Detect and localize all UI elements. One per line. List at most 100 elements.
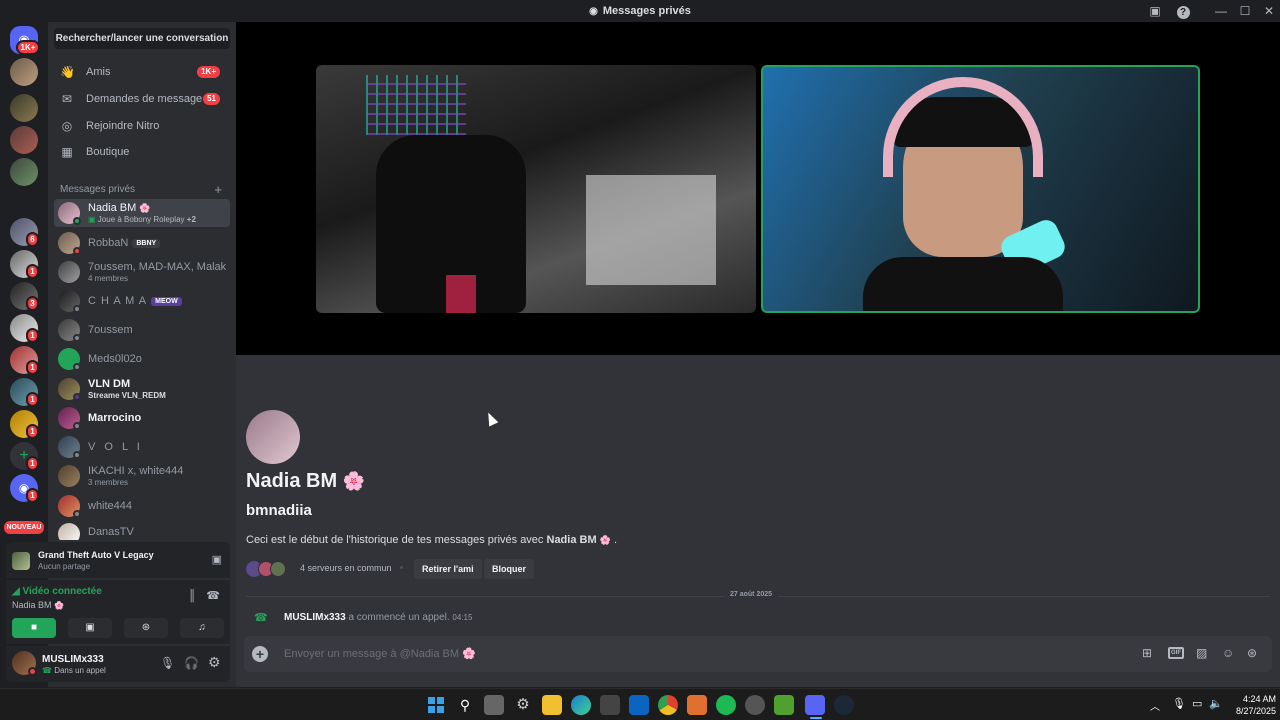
emoji-icon[interactable]: ☺ (1222, 646, 1234, 660)
edge-icon[interactable] (571, 695, 591, 715)
dm-item[interactable]: 7oussem (54, 316, 230, 344)
task-view-icon[interactable] (484, 695, 504, 715)
noise-suppression-icon[interactable]: ║ (188, 590, 196, 602)
dm-header-label: Messages privés (60, 184, 136, 195)
block-button[interactable]: Bloquer (484, 559, 535, 579)
dm-item[interactable]: Marrocino (54, 404, 230, 432)
nav-shop[interactable]: ▦ Boutique (54, 140, 230, 164)
mail-icon: ✉ (61, 92, 73, 106)
tray-chevron-icon[interactable]: ︿ (1150, 698, 1160, 713)
sakura-emoji: 🌸 (599, 535, 611, 545)
dm-sub: Streame VLN_REDM (88, 391, 166, 400)
group-avatar (58, 465, 80, 487)
stream-game-icon[interactable]: ▣ (212, 553, 222, 566)
dm-sub: Joue à Bobony Roleplay (97, 215, 185, 224)
app-icon[interactable] (745, 695, 765, 715)
tray-network-icon[interactable]: ▭ (1192, 697, 1202, 710)
nav-label: Boutique (86, 146, 130, 158)
activities-button[interactable]: ⊛ (124, 618, 168, 638)
discord-icon[interactable] (805, 695, 825, 715)
settings-icon[interactable]: ⚙ (208, 654, 221, 671)
dm-item[interactable]: V O L I (54, 433, 230, 461)
activity-game: Grand Theft Auto V Legacy (38, 550, 154, 560)
minimize-button[interactable]: — (1210, 2, 1232, 20)
outlook-icon[interactable] (629, 695, 649, 715)
dm-item[interactable]: C H A M A MEOW (54, 287, 230, 315)
video-feed-room[interactable] (316, 65, 756, 313)
settings-icon[interactable]: ⚙ (513, 695, 533, 715)
headphones-icon[interactable]: 🎧 (184, 656, 199, 670)
search-conversation-button[interactable]: Rechercher/lancer une conversation (54, 28, 230, 49)
mutual-servers[interactable]: 4 serveurs en commun (300, 563, 392, 573)
status-dot (73, 363, 81, 371)
chair-accent (446, 275, 476, 313)
status-dot (73, 334, 81, 342)
store-icon[interactable] (600, 695, 620, 715)
dm-item[interactable]: VLN DM Streame VLN_REDM (54, 375, 230, 403)
camera-button[interactable]: ■ (12, 618, 56, 638)
profile-avatar[interactable] (246, 410, 300, 464)
disconnect-icon[interactable]: ☎ (206, 589, 220, 602)
steam-icon[interactable] (834, 695, 854, 715)
nav-friends[interactable]: 👋 Amis 1K+ (54, 60, 230, 84)
mutual-server-icons[interactable] (246, 560, 290, 578)
help-icon[interactable]: ? (1172, 2, 1194, 20)
screen-share-button[interactable]: ▣ (68, 618, 112, 638)
file-explorer-icon[interactable] (542, 695, 562, 715)
requests-badge: 51 (203, 93, 220, 105)
tray-mic-icon[interactable]: 🎙 (1172, 697, 1186, 710)
dm-item[interactable]: Meds0l02o (54, 345, 230, 373)
server-icon[interactable] (10, 94, 38, 122)
system-user[interactable]: MUSLIMx333 (284, 612, 346, 623)
voice-channel: Nadia BM (12, 600, 52, 610)
gif-icon[interactable]: GIF (1168, 647, 1184, 659)
message-input[interactable]: Envoyer un message à @Nadia BM 🌸 (284, 647, 476, 660)
dm-item-nadia[interactable]: Nadia BM 🌸 ▣ Joue à Bobony Roleplay +2 (54, 199, 230, 227)
status-dot (73, 510, 81, 518)
server-badge: 1 (26, 392, 39, 407)
profile-display-name: Nadia BM (246, 470, 338, 492)
dm-item[interactable]: white444 (54, 492, 230, 520)
mic-icon[interactable]: 🎙 (160, 656, 175, 670)
start-icon[interactable] (426, 695, 446, 715)
remove-friend-button[interactable]: Retirer l'ami (414, 559, 482, 579)
chrome-icon[interactable] (658, 695, 678, 715)
sakura-emoji: 🌸 (342, 471, 366, 491)
add-attachment-icon[interactable]: + (252, 646, 268, 662)
dm-section-header: Messages privés + (60, 182, 230, 197)
dm-item[interactable]: 7oussem, MAD-MAX, Malak 4 membres (54, 258, 230, 286)
video-feed-nadia[interactable] (761, 65, 1200, 313)
tray-time[interactable]: 4:24 AM (1230, 694, 1276, 704)
server-icon[interactable] (10, 158, 38, 186)
dm-item[interactable]: RobbaN BBNY (54, 229, 230, 257)
windows-taskbar: ⚲ ⚙ ︿ 🎙 ▭ 🔈 4:24 AM 8/27/2025 (0, 688, 1280, 720)
nav-nitro[interactable]: ◎ Rejoindre Nitro (54, 114, 230, 138)
dm-name: VLN DM (88, 378, 131, 390)
sakura-emoji: 🌸 (54, 601, 64, 610)
tray-volume-icon[interactable]: 🔈 (1209, 697, 1223, 710)
server-icon[interactable] (10, 126, 38, 154)
dm-item[interactable]: DanasTV (54, 520, 230, 540)
status-dot (73, 217, 81, 225)
app-icon[interactable] (687, 695, 707, 715)
add-dm-icon[interactable]: + (214, 182, 222, 197)
sticker-icon[interactable]: ▨ (1196, 646, 1207, 660)
soundboard-button[interactable]: ♫ (180, 618, 224, 638)
system-message: MUSLIMx333 a commencé un appel. 04:15 (284, 612, 472, 623)
nav-label: Rejoindre Nitro (86, 120, 160, 132)
apps-icon[interactable]: ⊛ (1247, 646, 1257, 660)
intro-name: Nadia BM (546, 534, 597, 546)
maximize-button[interactable]: ☐ (1234, 2, 1256, 20)
close-button[interactable]: ✕ (1258, 2, 1280, 20)
app-icon[interactable] (774, 695, 794, 715)
server-icon[interactable] (10, 58, 38, 86)
search-icon[interactable]: ⚲ (455, 695, 475, 715)
screen-share-icon[interactable]: ▣ (1144, 2, 1166, 20)
dm-item[interactable]: IKACHI x, white444 3 membres (54, 462, 230, 490)
nav-message-requests[interactable]: ✉ Demandes de message 51 (54, 87, 230, 111)
gift-icon[interactable]: ⊞ (1142, 646, 1152, 660)
spotify-icon[interactable] (716, 695, 736, 715)
avatar (58, 523, 80, 540)
title-bar: ◉ Messages privés ▣ ? — ☐ ✕ (0, 0, 1280, 22)
tray-date[interactable]: 8/27/2025 (1222, 706, 1276, 716)
